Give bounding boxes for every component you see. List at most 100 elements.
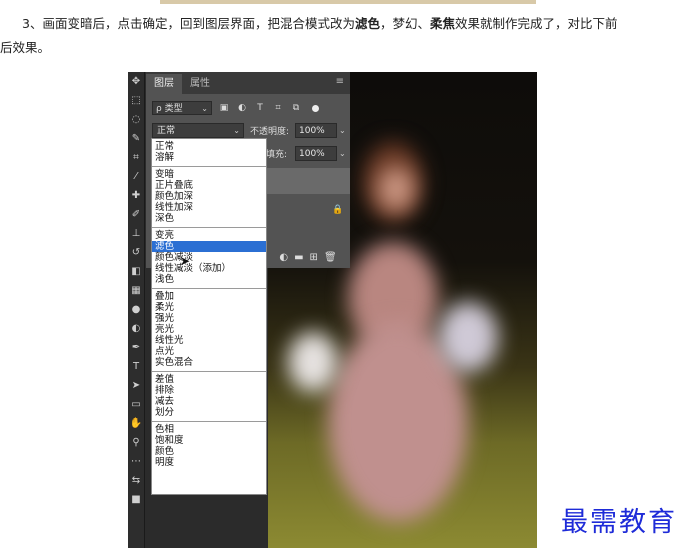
blend-mode-option[interactable]: 颜色加深	[152, 191, 266, 202]
blend-mode-option[interactable]: 颜色	[152, 446, 266, 457]
blend-group-normal: 正常 溶解	[152, 139, 266, 166]
top-image-strip	[160, 0, 536, 4]
panel-footer: ◐ ▬ ⊞ 🗑	[266, 248, 350, 266]
quick-select-tool-icon[interactable]: ✎	[128, 129, 144, 148]
new-layer-icon[interactable]: ⊞	[310, 252, 318, 263]
article-bold-screen: 滤色	[354, 16, 380, 31]
photoshop-screenshot: ✥ ⬚ ◌ ✎ ⌗ ⁄ ✚ ✐ ⊥ ↺ ◧ ▦ ● ◐ ✒ T ➤ ▭ ✋ ⚲ …	[128, 72, 537, 548]
blend-mode-option[interactable]: 正常	[152, 141, 266, 152]
blend-mode-option[interactable]: 差值	[152, 374, 266, 385]
marquee-tool-icon[interactable]: ⬚	[128, 91, 144, 110]
article-text: 3、画面变暗后，点击确定，回到图层界面，把混合模式改为滤色，梦幻、柔焦效果就制作…	[0, 12, 684, 60]
layer-filter-row: ρ 类型 ⌄ ▣ ◐ T ⌗ ⧉	[152, 100, 348, 116]
opacity-input[interactable]: 100%	[295, 123, 337, 138]
blend-group-darken: 变暗 正片叠底 颜色加深 线性加深 深色	[152, 166, 266, 227]
layer-row-top[interactable]	[266, 168, 350, 194]
chevron-down-icon: ⌄	[233, 126, 240, 135]
history-brush-icon[interactable]: ↺	[128, 243, 144, 262]
blend-mode-dropdown: 正常 溶解 变暗 正片叠底 颜色加深 线性加深 深色 变亮 滤色 颜色减淡 线性…	[151, 138, 267, 495]
layer-filter-select[interactable]: ρ 类型 ⌄	[152, 101, 212, 115]
blend-mode-option[interactable]: 明度	[152, 457, 266, 468]
blend-mode-option[interactable]: 排除	[152, 385, 266, 396]
fill-label: 填充:	[266, 150, 288, 160]
blend-mode-value: 正常	[157, 126, 176, 136]
fill-chevron-icon[interactable]: ⌄	[339, 146, 348, 161]
adjustment-filter-icon[interactable]: ◐	[236, 102, 248, 114]
blend-mode-option[interactable]: 划分	[152, 407, 266, 418]
chevron-down-icon: ⌄	[201, 104, 208, 113]
blend-mode-option[interactable]: 深色	[152, 213, 266, 224]
panel-tabs: 图层 属性 ≡	[146, 72, 350, 94]
lock-icon: 🔒	[332, 205, 344, 215]
blend-mode-option[interactable]: 减去	[152, 396, 266, 407]
pen-tool-icon[interactable]: ✒	[128, 338, 144, 357]
healing-tool-icon[interactable]: ✚	[128, 186, 144, 205]
smart-object-filter-icon[interactable]: ⧉	[290, 102, 302, 114]
swap-colors-icon[interactable]: ⇆	[128, 471, 144, 490]
blend-mode-option[interactable]: 实色混合	[152, 357, 266, 368]
crop-tool-icon[interactable]: ⌗	[128, 148, 144, 167]
zoom-tool-icon[interactable]: ⚲	[128, 433, 144, 452]
blend-group-component: 色相 饱和度 颜色 明度	[152, 421, 266, 471]
tab-layers[interactable]: 图层	[146, 74, 182, 94]
article-bold-softfocus: 柔焦	[430, 16, 456, 31]
blend-mode-option[interactable]: 亮光	[152, 324, 266, 335]
article-paragraph: 3、画面变暗后，点击确定，回到图层界面，把混合模式改为滤色，梦幻、柔焦效果就制作…	[0, 12, 684, 36]
blend-group-comparative: 差值 排除 减去 划分	[152, 371, 266, 421]
folder-icon[interactable]: ▬	[294, 252, 303, 263]
type-tool-icon[interactable]: T	[128, 357, 144, 376]
more-tools-icon[interactable]: ⋯	[128, 452, 144, 471]
watermark-text: 最需教育	[561, 507, 677, 538]
blend-mode-option[interactable]: 正片叠底	[152, 180, 266, 191]
blend-group-lighten: 变亮 滤色 颜色减淡 线性减淡（添加） 浅色	[152, 227, 266, 288]
filter-toggle-icon[interactable]	[312, 104, 319, 112]
article-text-b: ，梦幻、	[379, 16, 430, 31]
opacity-label: 不透明度:	[250, 127, 290, 137]
shape-tool-icon[interactable]: ▭	[128, 395, 144, 414]
color-swatch-icon[interactable]: ■	[128, 490, 144, 509]
blend-mode-option[interactable]: 强光	[152, 313, 266, 324]
brush-tool-icon[interactable]: ✐	[128, 205, 144, 224]
blur-tool-icon[interactable]: ●	[128, 300, 144, 319]
pixel-filter-icon[interactable]: ▣	[218, 102, 230, 114]
blend-mode-option[interactable]: 线性减淡（添加）	[152, 263, 266, 274]
blend-mode-option[interactable]: 线性光	[152, 335, 266, 346]
blend-mode-option[interactable]: 浅色	[152, 274, 266, 285]
trash-icon[interactable]: 🗑	[324, 252, 337, 263]
eyedropper-tool-icon[interactable]: ⁄	[128, 167, 144, 186]
blend-mode-option-selected[interactable]: 滤色	[152, 241, 266, 252]
gradient-tool-icon[interactable]: ▦	[128, 281, 144, 300]
blend-mode-option[interactable]: 变亮	[152, 230, 266, 241]
shape-filter-icon[interactable]: ⌗	[272, 102, 284, 114]
type-filter-icon[interactable]: T	[254, 102, 266, 114]
blend-mode-option[interactable]: 颜色减淡	[152, 252, 266, 263]
stamp-tool-icon[interactable]: ⊥	[128, 224, 144, 243]
blend-group-contrast: 叠加 柔光 强光 亮光 线性光 点光 实色混合	[152, 288, 266, 371]
adjustment-layer-icon[interactable]: ◐	[279, 252, 288, 263]
blend-mode-option[interactable]: 饱和度	[152, 435, 266, 446]
article-line2: 后效果。	[0, 40, 51, 55]
eraser-tool-icon[interactable]: ◧	[128, 262, 144, 281]
tools-toolbar: ✥ ⬚ ◌ ✎ ⌗ ⁄ ✚ ✐ ⊥ ↺ ◧ ▦ ● ◐ ✒ T ➤ ▭ ✋ ⚲ …	[128, 72, 145, 548]
mouse-cursor-icon: ➤	[180, 254, 191, 268]
blend-mode-option[interactable]: 叠加	[152, 291, 266, 302]
blend-mode-option[interactable]: 柔光	[152, 302, 266, 313]
panel-menu-icon[interactable]: ≡	[336, 76, 344, 87]
blend-mode-option[interactable]: 变暗	[152, 169, 266, 180]
fill-input[interactable]: 100%	[295, 146, 337, 161]
blend-mode-option[interactable]: 线性加深	[152, 202, 266, 213]
article-text-a: 3、画面变暗后，点击确定，回到图层界面，把混合模式改为	[22, 16, 355, 31]
path-select-tool-icon[interactable]: ➤	[128, 376, 144, 395]
move-tool-icon[interactable]: ✥	[128, 72, 144, 91]
lasso-tool-icon[interactable]: ◌	[128, 110, 144, 129]
dodge-tool-icon[interactable]: ◐	[128, 319, 144, 338]
opacity-chevron-icon[interactable]: ⌄	[339, 123, 348, 138]
article-text-c: 效果就制作完成了，对比下前	[455, 16, 618, 31]
blend-mode-option[interactable]: 色相	[152, 424, 266, 435]
filter-label: ρ 类型	[156, 104, 183, 114]
hand-tool-icon[interactable]: ✋	[128, 414, 144, 433]
blend-mode-option[interactable]: 溶解	[152, 152, 266, 163]
blend-mode-option[interactable]: 点光	[152, 346, 266, 357]
tab-properties[interactable]: 属性	[182, 74, 218, 94]
blend-mode-select[interactable]: 正常 ⌄	[152, 123, 244, 138]
